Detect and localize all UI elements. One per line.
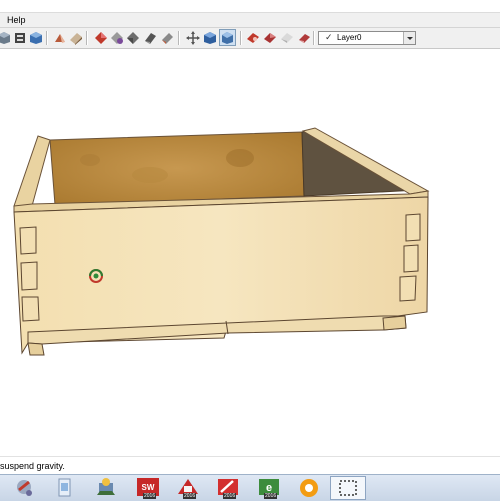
move-icon[interactable]: [186, 31, 200, 45]
menu-help[interactable]: Help: [7, 15, 26, 25]
materials-icon[interactable]: [280, 31, 294, 45]
menu-bar: Help: [0, 13, 500, 28]
warehouse-icon[interactable]: [246, 31, 260, 45]
paint-icon[interactable]: [94, 31, 108, 45]
hidden-line-icon[interactable]: [29, 31, 43, 45]
edrawings-badge: 2016: [264, 493, 278, 499]
solidworks-badge: 2016: [143, 493, 157, 499]
components-icon[interactable]: [263, 31, 277, 45]
solidworks-tool-icon[interactable]: 2016: [215, 476, 241, 500]
svg-text:SW: SW: [142, 483, 155, 492]
section-fill-icon[interactable]: [126, 31, 140, 45]
taskbar: SW 2016 2016 2016 e 2016: [0, 474, 500, 501]
wireframe-icon[interactable]: [13, 31, 27, 45]
toolbar: [0, 28, 500, 49]
layer-name: Layer0: [337, 33, 362, 42]
selection-icon[interactable]: [330, 476, 366, 500]
chevron-down-icon[interactable]: [403, 32, 415, 44]
model-viewport[interactable]: [0, 49, 500, 456]
display-face-icon[interactable]: [219, 29, 236, 46]
orbit-icon[interactable]: [203, 31, 217, 45]
cube-icon[interactable]: [0, 31, 11, 45]
section-icon[interactable]: [110, 31, 124, 45]
settings-gear-icon[interactable]: [296, 476, 322, 500]
drawer-box-model: [13, 127, 430, 356]
status-bar: suspend gravity.: [0, 456, 500, 475]
solidworks-tool-badge: 2016: [223, 493, 237, 499]
network-icon[interactable]: [93, 476, 119, 500]
material-icon[interactable]: [69, 31, 83, 45]
styles-icon[interactable]: [297, 31, 311, 45]
layer-dropdown[interactable]: ✓ Layer0: [318, 31, 416, 45]
solidworks-icon[interactable]: SW 2016: [135, 476, 161, 500]
shaded-icon[interactable]: [53, 31, 67, 45]
edrawings-icon[interactable]: e 2016: [256, 476, 282, 500]
back-edges-icon[interactable]: [160, 31, 174, 45]
document-icon[interactable]: [52, 476, 78, 500]
solidworks-explorer-icon[interactable]: 2016: [175, 476, 201, 500]
window-title-bar: [0, 0, 500, 13]
sketchup-icon[interactable]: [12, 476, 38, 500]
xray-icon[interactable]: [143, 31, 157, 45]
status-text: suspend gravity.: [0, 461, 65, 471]
solidworks-explorer-badge: 2016: [183, 493, 197, 499]
layer-check-icon: ✓: [325, 32, 333, 42]
